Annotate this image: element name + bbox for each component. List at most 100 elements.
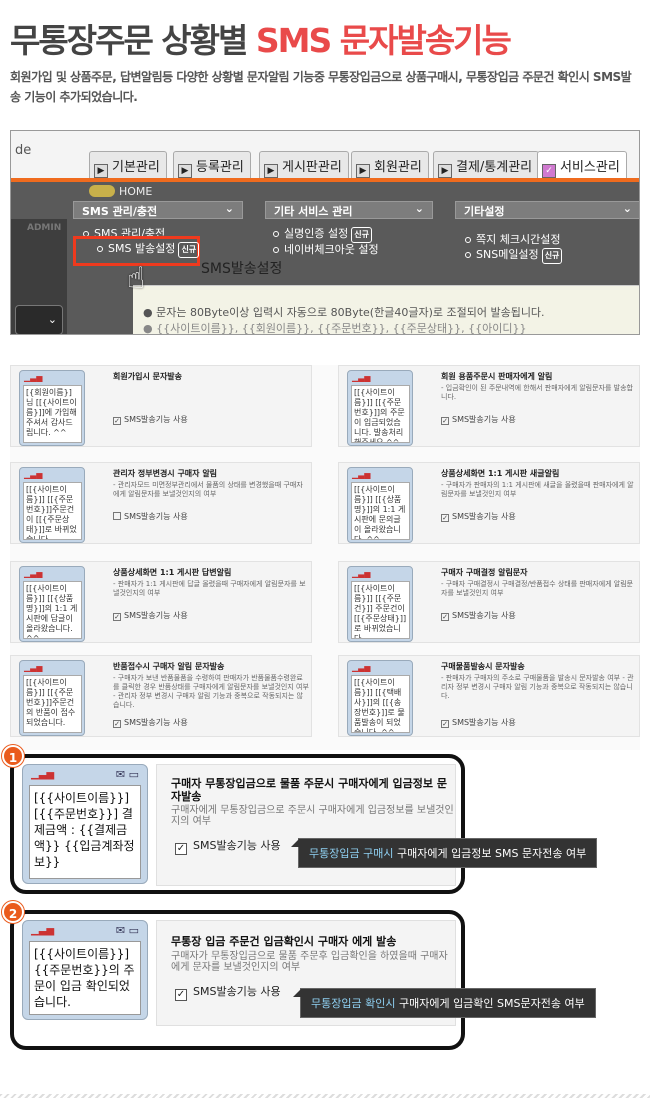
chevron-down-icon: ⌄ — [622, 202, 632, 215]
sms-card: ▁▃▅ [[{사이트이름}]] [[{상품명}]]의 1:1 게시판에 답글이 올… — [10, 561, 312, 643]
mail-icon: ✉ — [115, 924, 126, 937]
phone-preview: ▁▃▅ [[{사이트이름}]] [[{주문건}]] 주문건이 [[{주문상태}]]… — [347, 566, 413, 642]
admin-orange-bar — [11, 178, 639, 182]
checkbox-checked-icon[interactable]: ✓ — [113, 417, 121, 425]
sms-checkbox[interactable]: ✓ SMS발송기능 사용 — [113, 414, 188, 425]
menu-item-sns-mail[interactable]: SNS메일설정 신규 — [465, 248, 563, 264]
card-desc — [113, 384, 309, 412]
content-bullet: ● {{사이트이름}}, {{회원이름}}, {{주문번호}}, {{주문상태}… — [143, 322, 527, 335]
checkbox-checked-icon[interactable]: ✓ — [441, 417, 449, 425]
checkbox-checked-icon[interactable]: ✓ — [441, 514, 449, 522]
tab-service[interactable]: ✓ 서비스관리 — [537, 151, 627, 178]
phone-message: [[{사이트이름}]] [[{택배사}]]의 [[{송장번호}]]로 물품발송이… — [351, 675, 410, 733]
tab-arrow-icon: ▶ — [178, 164, 192, 178]
breadcrumb[interactable]: HOME — [89, 185, 152, 198]
phone-message: [{{사이트이름}}] [{{주문번호}}] 결제금액 : {{결제금액}} {… — [29, 785, 141, 879]
checkbox-checked-icon[interactable]: ✓ — [175, 843, 187, 855]
checkbox-checked-icon[interactable]: ✓ — [113, 720, 121, 728]
sms-card: ▁▃▅ [[{사이트이름}]] [[{상품명}]]의 1:1 게시판에 문의글이 … — [338, 462, 640, 544]
menu-sms-header[interactable]: SMS 관리/충전 ⌄ — [73, 201, 243, 219]
phone-message: [[{사이트이름}]] [[{상품명}]]의 1:1 게시판에 문의글이 올라왔… — [351, 482, 410, 540]
setting-desc: 구매자가 무통장입금으로 물품 주문후 입금확인을 하였을때 구매자에게 문자를… — [171, 951, 448, 973]
phone-preview-large: ▁▃▅ ✉ ▭ [{{사이트이름}}] [{{주문번호}}] 결제금액 : {{… — [22, 764, 148, 884]
phone-message: [[{사이트이름}]] [[{주문번호}]]의 주문이 입금되었습니다. 발송처… — [351, 385, 410, 443]
card-desc: - 관리자모드 미면정부관리에서 물품의 상태를 변경했을때 구매자에게 알림문… — [113, 481, 303, 498]
sms-card: ▁▃▅ [[{사이트이름}]] [[{택배사}]]의 [[{송장번호}]]로 물품… — [338, 655, 640, 737]
tab-register[interactable]: ▶ 등록관리 — [173, 151, 251, 178]
tab-board[interactable]: ▶ 게시판관리 — [259, 151, 349, 178]
sms-card: ▁▃▅ [{회원이름}]님 [[{사이트이름}]]에 가입해주셔서 감사드립니다.… — [10, 365, 312, 447]
checkbox-checked-icon[interactable]: ✓ — [175, 989, 187, 1001]
tab-payment[interactable]: ▶ 결제/통계관리 — [433, 151, 540, 178]
signal-icon: ▁▃▅ — [24, 569, 43, 578]
bullet-icon — [465, 252, 471, 258]
ghost-title: SMS발송설정 — [201, 261, 283, 277]
tab-basic[interactable]: ▶ 기본관리 — [89, 151, 167, 178]
sms-checkbox[interactable]: ✓ SMS발송기능 사용 — [441, 414, 516, 425]
new-badge: 신규 — [541, 248, 563, 264]
phone-preview: ▁▃▅ [[{사이트이름}]] [[{택배사}]]의 [[{송장번호}]]로 물품… — [347, 660, 413, 736]
menu-item-naver-checkout[interactable]: 네이버체크아웃 설정 — [273, 243, 379, 257]
card-title: 회원가입시 문자발송 — [113, 372, 183, 381]
menu-item-realname[interactable]: 실명인증 설정 신규 — [273, 227, 372, 243]
card-desc: - 구매자가 판매자의 1:1 게시판에 새글을 올렸을때 판매자에게 알림문자… — [441, 481, 634, 498]
menu-item-sms-send-setting[interactable]: SMS 발송설정 신규 — [97, 242, 200, 258]
sms-checkbox[interactable]: ✓ SMS발송기능 사용 — [441, 610, 516, 621]
sms-checkbox[interactable]: ✓ SMS발송기능 사용 — [113, 610, 188, 621]
card-title: 반품접수시 구매자 알림 문자발송 — [113, 662, 225, 671]
sms-card: ▁▃▅ [[{사이트이름}]] [[{주문번호}]]주문건의 반품이 접수되었습니… — [10, 655, 312, 737]
tab-arrow-icon: ▶ — [264, 164, 278, 178]
left-dropdown[interactable]: ⌄ — [15, 305, 63, 334]
sms-checkbox[interactable]: ✓ SMS발송기능 사용 — [113, 717, 188, 728]
menu-etc-settings-header[interactable]: 기타설정 ⌄ — [455, 201, 639, 219]
card-title: 회원 용품주문시 판매자에게 알림 — [441, 372, 553, 381]
sms-checkbox[interactable]: SMS발송기능 사용 — [113, 511, 188, 522]
new-badge: 신규 — [351, 227, 372, 243]
signal-icon: ▁▃▅ — [352, 470, 371, 479]
phone-message: [[{사이트이름}]] [[{주문번호}]]주문건이 [[{주문상태}]]로 바… — [23, 482, 82, 540]
signal-icon: ▁▃▅ — [352, 569, 371, 578]
phone-preview: ▁▃▅ [[{사이트이름}]] [[{상품명}]]의 1:1 게시판에 답글이 올… — [19, 566, 85, 642]
sms-checkbox[interactable]: ✓ SMS발송기능 사용 — [441, 717, 516, 728]
phone-preview: ▁▃▅ [{회원이름}]님 [[{사이트이름}]]에 가입해주셔서 감사드립니다.… — [19, 370, 85, 446]
card-title: 구매자 구매결정 알림문자 — [441, 568, 528, 577]
menu-item-note-check[interactable]: 쪽지 체크시간설정 — [465, 233, 560, 247]
phone-message: [[{사이트이름}]] [[{상품명}]]의 1:1 게시판에 답글이 올라왔습… — [23, 581, 82, 639]
checkbox-checked-icon[interactable]: ✓ — [441, 720, 449, 728]
sms-card: ▁▃▅ [[{사이트이름}]] [[{주문번호}]]의 주문이 입금되었습니다. … — [338, 365, 640, 447]
page-description: 회원가입 및 상품주문, 답변알림등 다양한 상황별 문자알림 기능중 무통장입… — [10, 70, 632, 104]
battery-icon: ▭ — [128, 924, 139, 937]
card-title: 상품상세화면 1:1 게시판 답변알림 — [113, 568, 232, 577]
card-desc: - 판매자가 구매자의 주소로 구매물품을 발송시 문자발송 여부 - 관리자 … — [441, 674, 634, 700]
sms-checkbox[interactable]: ✓ SMS발송기능 사용 — [175, 983, 281, 1001]
bottom-divider — [0, 1094, 650, 1098]
new-badge: 신규 — [178, 242, 200, 258]
admin-label: ADMIN — [27, 223, 62, 233]
phone-preview: ▁▃▅ [[{사이트이름}]] [[{주문번호}]]주문건이 [[{주문상태}]]… — [19, 467, 85, 543]
tab-arrow-icon: ▶ — [94, 164, 108, 178]
checkbox-checked-icon[interactable]: ✓ — [113, 613, 121, 621]
setting-title: 무통장 입금 주문건 입금확인시 구매자 에게 발송 — [171, 935, 397, 948]
sms-checkbox[interactable]: ✓ SMS발송기능 사용 — [175, 837, 281, 855]
sms-checkbox[interactable]: ✓ SMS발송기능 사용 — [441, 511, 516, 522]
card-title: 구매물품발송시 문자발송 — [441, 662, 525, 671]
page-title-main: 무통장주문 상황별 — [10, 21, 248, 60]
tab-members[interactable]: ▶ 회원관리 — [351, 151, 429, 178]
highlight-box-1: ▁▃▅ ✉ ▭ [{{사이트이름}}] [{{주문번호}}] 결제금액 : {{… — [10, 754, 465, 894]
phone-preview-large: ▁▃▅ ✉ ▭ [{{사이트이름}}] {{주문번호}}의 주문이 입금 확인되… — [22, 920, 148, 1020]
checkbox-checked-icon[interactable]: ✓ — [441, 613, 449, 621]
phone-preview: ▁▃▅ [[{사이트이름}]] [[{상품명}]]의 1:1 게시판에 문의글이 … — [347, 467, 413, 543]
admin-brand: de — [15, 143, 32, 158]
checkbox-unchecked-icon[interactable] — [113, 512, 121, 520]
admin-content: ● 문자는 80Byte이상 입력시 자동으로 80Byte(한글40글자)로 … — [133, 285, 639, 335]
card-desc: - 입금확인이 된 주문내역에 한해서 판매자에게 알림문자를 발송합니다. — [441, 384, 633, 401]
chevron-down-icon: ⌄ — [224, 202, 234, 215]
page-title-accent: SMS 문자발송기능 — [255, 21, 512, 60]
step-number-1: 1 — [2, 745, 24, 767]
hand-cursor-icon: ☝ — [127, 261, 146, 296]
signal-icon: ▁▃▅ — [24, 470, 43, 479]
chevron-down-icon: ⌄ — [47, 313, 57, 326]
menu-etc-service-header[interactable]: 기타 서비스 관리 ⌄ — [265, 201, 433, 219]
signal-icon: ▁▃▅ — [31, 925, 55, 936]
setting-title: 구매자 무통장입금으로 물품 주문시 구매자에게 입금정보 문자발송 — [171, 777, 447, 803]
